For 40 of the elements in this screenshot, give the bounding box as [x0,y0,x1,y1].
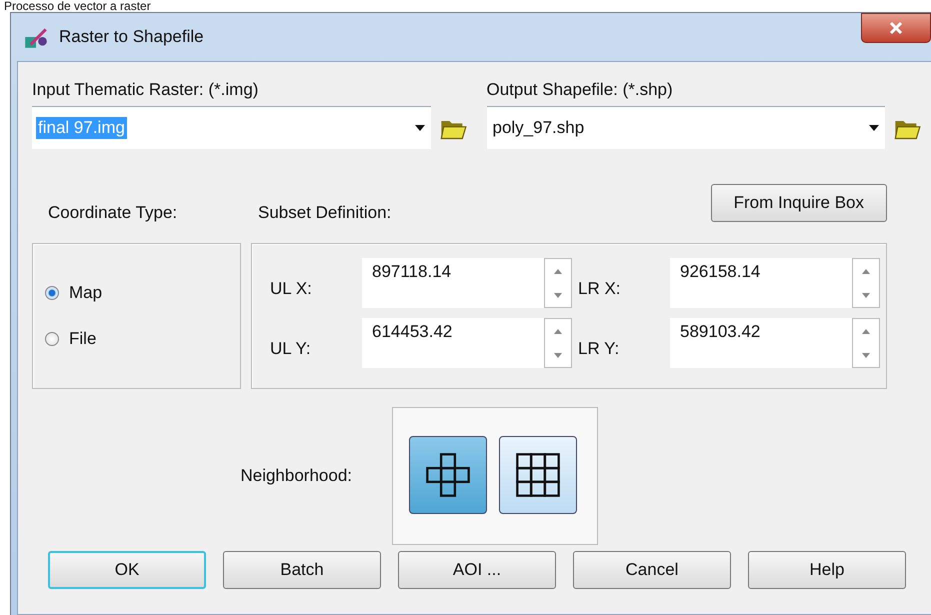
neighborhood-toggle[interactable] [409,436,487,514]
field-label: LR Y: [578,338,620,359]
dropdown-arrow-icon[interactable] [869,125,879,131]
field-label: Input Thematic Raster: (*.img) [32,80,260,100]
dialog-button[interactable]: OK [48,551,206,589]
spin-up-icon[interactable] [554,268,562,274]
number-spin-field[interactable]: 897118.14 [362,258,572,308]
window-title: Raster to Shapefile [59,27,205,47]
dialog-button[interactable]: Cancel [573,551,731,589]
spin-up-icon[interactable] [862,268,870,274]
spin-up-icon[interactable] [862,328,870,334]
file-combo-box[interactable]: poly_97.shp [486,106,885,149]
spin-up-icon[interactable] [554,328,562,334]
spin-down-icon[interactable] [862,352,870,358]
field-label: UL Y: [270,338,312,359]
dialog-button[interactable]: Help [748,551,906,589]
plus-grid-icon [425,452,471,498]
neighborhood-label: Neighborhood: [239,466,353,486]
close-icon [888,20,904,36]
number-spin-field[interactable]: 589103.42 [670,318,880,368]
caption-text: Processo de vector a raster [3,0,152,12]
subset-definition-label: Subset Definition: [258,203,392,223]
neighborhood-toggle[interactable] [499,436,577,514]
coordinate-type-label: Coordinate Type: [47,203,178,223]
radio-option[interactable]: Map [45,283,240,303]
field-label: LR X: [578,278,622,299]
spin-down-icon[interactable] [554,292,562,298]
spin-down-icon[interactable] [554,352,562,358]
radio-option[interactable]: File [45,329,240,349]
field-label: UL X: [270,278,313,299]
field-label: Output Shapefile: (*.shp) [486,80,674,100]
square-grid-icon [515,452,561,498]
dialog-button[interactable]: AOI ... [398,551,556,589]
dropdown-arrow-icon[interactable] [414,125,424,131]
dialog-button[interactable]: Batch [223,551,381,589]
spin-down-icon[interactable] [862,292,870,298]
number-spin-field[interactable]: 614453.42 [362,318,572,368]
number-spin-field[interactable]: 926158.14 [670,258,880,308]
from-inquire-box-button[interactable]: From Inquire Box [710,184,887,222]
close-button[interactable] [861,13,931,43]
